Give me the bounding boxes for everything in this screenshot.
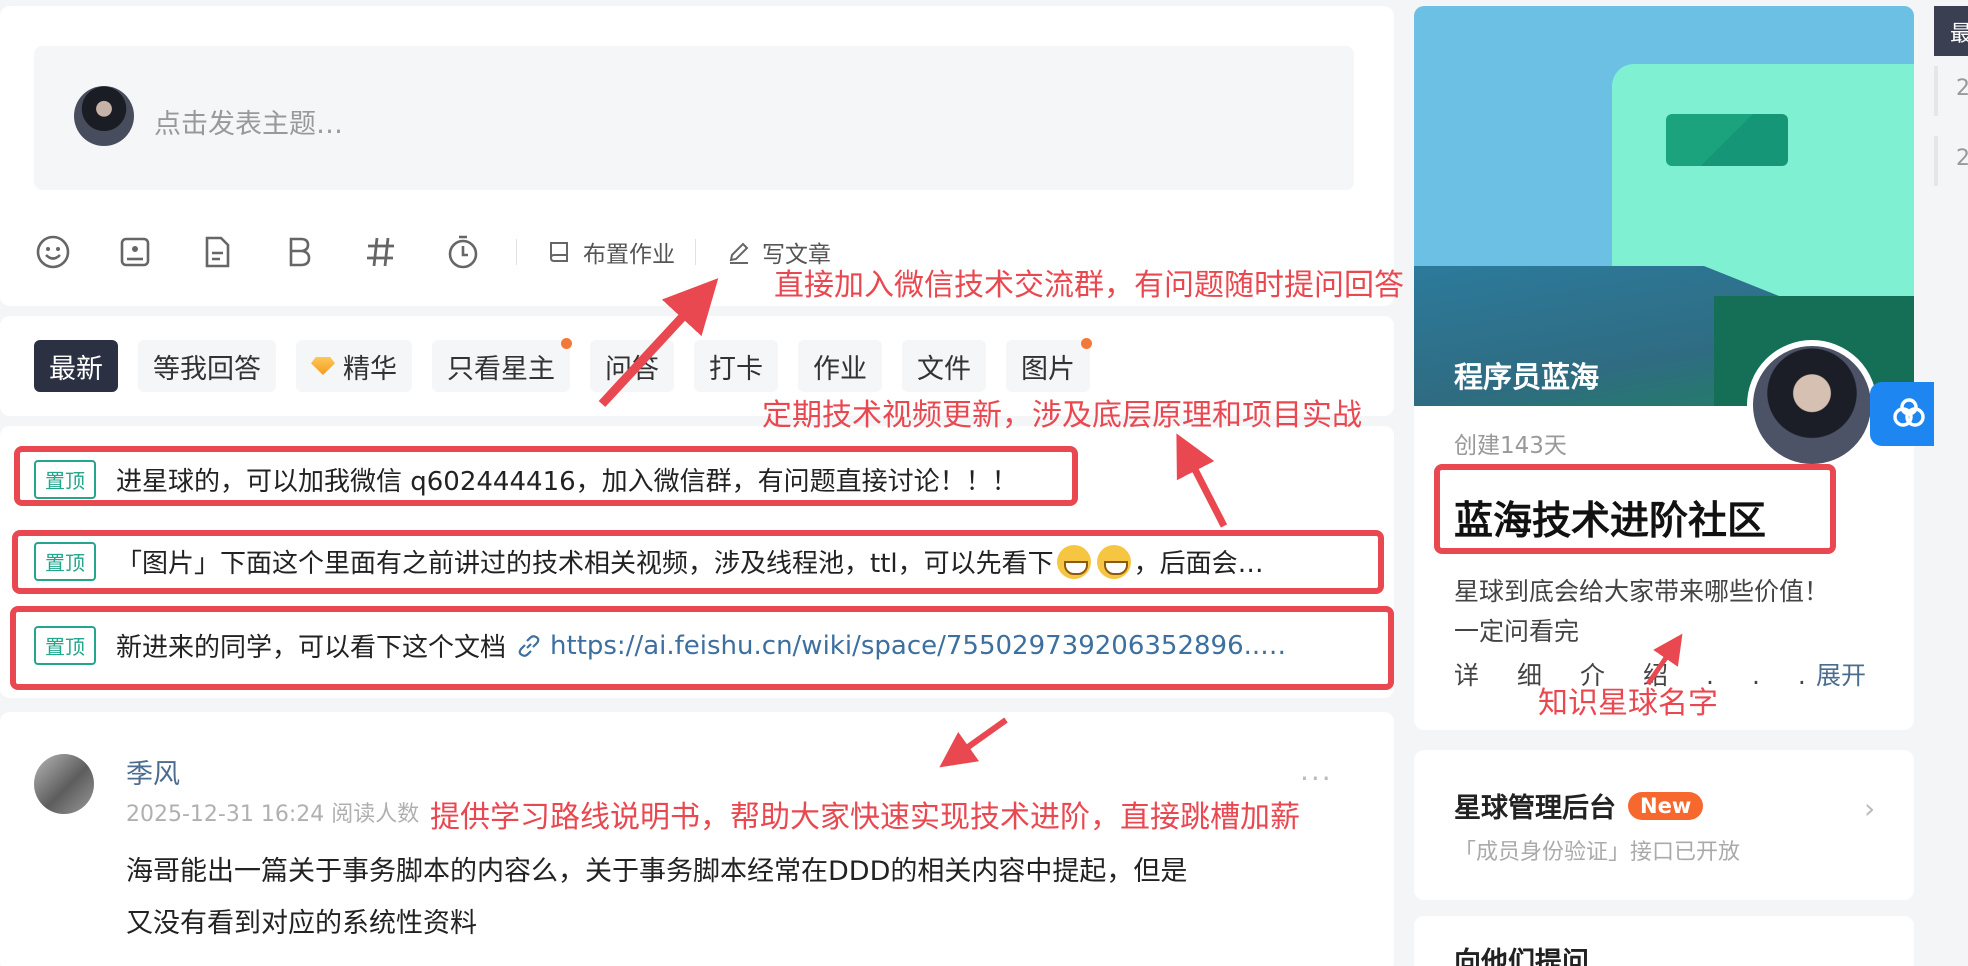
tab-files[interactable]: 文件 [902,340,986,392]
tab-label: 只看星主 [447,353,555,385]
expand-link[interactable]: 展开 [1816,656,1866,692]
timer-icon[interactable] [444,233,482,271]
highlight-box [12,530,1384,594]
toolbar-divider [516,239,517,265]
timeline-item[interactable]: 2 [1934,66,1968,116]
envelope-icon [1666,114,1788,166]
bold-icon[interactable] [280,233,318,271]
toolbar-divider [695,239,696,265]
planet-info-card: 程序员蓝海 创建143天 蓝海技术进阶社区 星球到底会给大家带来哪些价值！ 一定… [1414,6,1914,730]
image-icon[interactable] [116,233,154,271]
admin-title: 星球管理后台 New [1454,786,1704,825]
admin-title-text: 星球管理后台 [1454,793,1616,824]
timeline-top[interactable]: 最 [1934,6,1968,56]
description-line: 星球到底会给大家带来哪些价值！ [1454,577,1830,606]
author-name[interactable]: 季风 [126,752,180,791]
annotation-learning-path: 提供学习路线说明书，帮助大家快速实现技术进阶，直接跳槽加薪 [430,800,1300,835]
emoji-icon[interactable] [34,233,72,271]
file-icon[interactable] [198,233,236,271]
tab-latest[interactable]: 最新 [34,340,118,392]
tab-label: 文件 [917,353,971,385]
planet-owner-name: 程序员蓝海 [1454,360,1600,394]
post-meta: 2025-12-31 16:24 阅读人数 [126,802,420,827]
filter-tabs: 最新 等我回答 精华 只看星主 问答 打卡 作业 文件 图片 [34,338,1110,392]
annotation-video-update: 定期技术视频更新，涉及底层原理和项目实战 [762,398,1362,433]
description-line: 一定问看完 [1454,617,1580,646]
user-avatar [74,86,134,146]
tab-images[interactable]: 图片 [1006,338,1092,392]
tab-homework[interactable]: 作业 [798,340,882,392]
tab-label: 作业 [813,353,867,385]
hashtag-icon[interactable] [362,233,400,271]
assign-homework-button[interactable]: 布置作业 [547,235,675,269]
notification-dot [1081,338,1092,349]
pen-icon [729,242,749,264]
timeline-item[interactable]: 2 [1934,136,1968,186]
tab-label: 最新 [49,353,103,385]
author-avatar[interactable] [34,754,94,814]
admin-panel-card[interactable]: 星球管理后台 New 「成员身份验证」接口已开放 › [1414,750,1914,900]
owner-avatar[interactable] [1747,340,1877,470]
post-body-line: 又没有看到对应的系统性资料 [126,908,477,939]
tab-owner-only[interactable]: 只看星主 [432,338,572,392]
tab-label: 精华 [343,353,397,385]
tab-label: 问答 [605,353,659,385]
tab-label: 打卡 [709,353,763,385]
admin-subtitle: 「成员身份验证」接口已开放 [1454,840,1741,865]
composer-placeholder: 点击发表主题… [154,109,343,140]
tab-label: 图片 [1021,353,1075,385]
tab-label: 等我回答 [153,353,261,385]
post-body-line: 海哥能出一篇关于事务脚本的内容么，关于事务脚本经常在DDD的相关内容中提起，但是 [126,856,1188,887]
post-card: 季风 2025-12-31 16:24 阅读人数 ··· 海哥能出一篇关于事务脚… [0,712,1394,966]
tab-featured[interactable]: 精华 [296,340,412,392]
more-options-icon[interactable]: ··· [1300,762,1333,795]
notification-dot [561,338,572,349]
highlight-box [1434,464,1836,554]
annotation-wechat-group: 直接加入微信技术交流群，有问题随时提问回答 [774,268,1404,303]
tab-qa[interactable]: 问答 [590,340,674,392]
assign-homework-label: 布置作业 [583,242,675,268]
annotation-planet-name: 知识星球名字 [1538,686,1718,721]
diamond-icon [311,357,335,375]
ask-title: 向他们提问 [1454,947,1589,966]
planet-description: 星球到底会给大家带来哪些价值！ 一定问看完 [1454,572,1874,652]
book-icon [550,242,568,262]
created-days: 创建143天 [1454,433,1567,459]
ask-card[interactable]: 向他们提问 [1414,916,1914,966]
highlight-box [10,606,1394,690]
new-badge: New [1628,791,1704,820]
chevron-right-icon: › [1864,792,1876,825]
highlight-box [14,446,1078,506]
composer-toolbar: 布置作业 写文章 [34,226,861,278]
tab-awaiting-answer[interactable]: 等我回答 [138,340,276,392]
right-timeline-strip: 最 2 2 [1934,0,1968,966]
post-composer-input[interactable]: 点击发表主题… [34,46,1354,190]
tab-checkin[interactable]: 打卡 [694,340,778,392]
post-body: 海哥能出一篇关于事务脚本的内容么，关于事务脚本经常在DDD的相关内容中提起，但是… [126,846,1326,950]
